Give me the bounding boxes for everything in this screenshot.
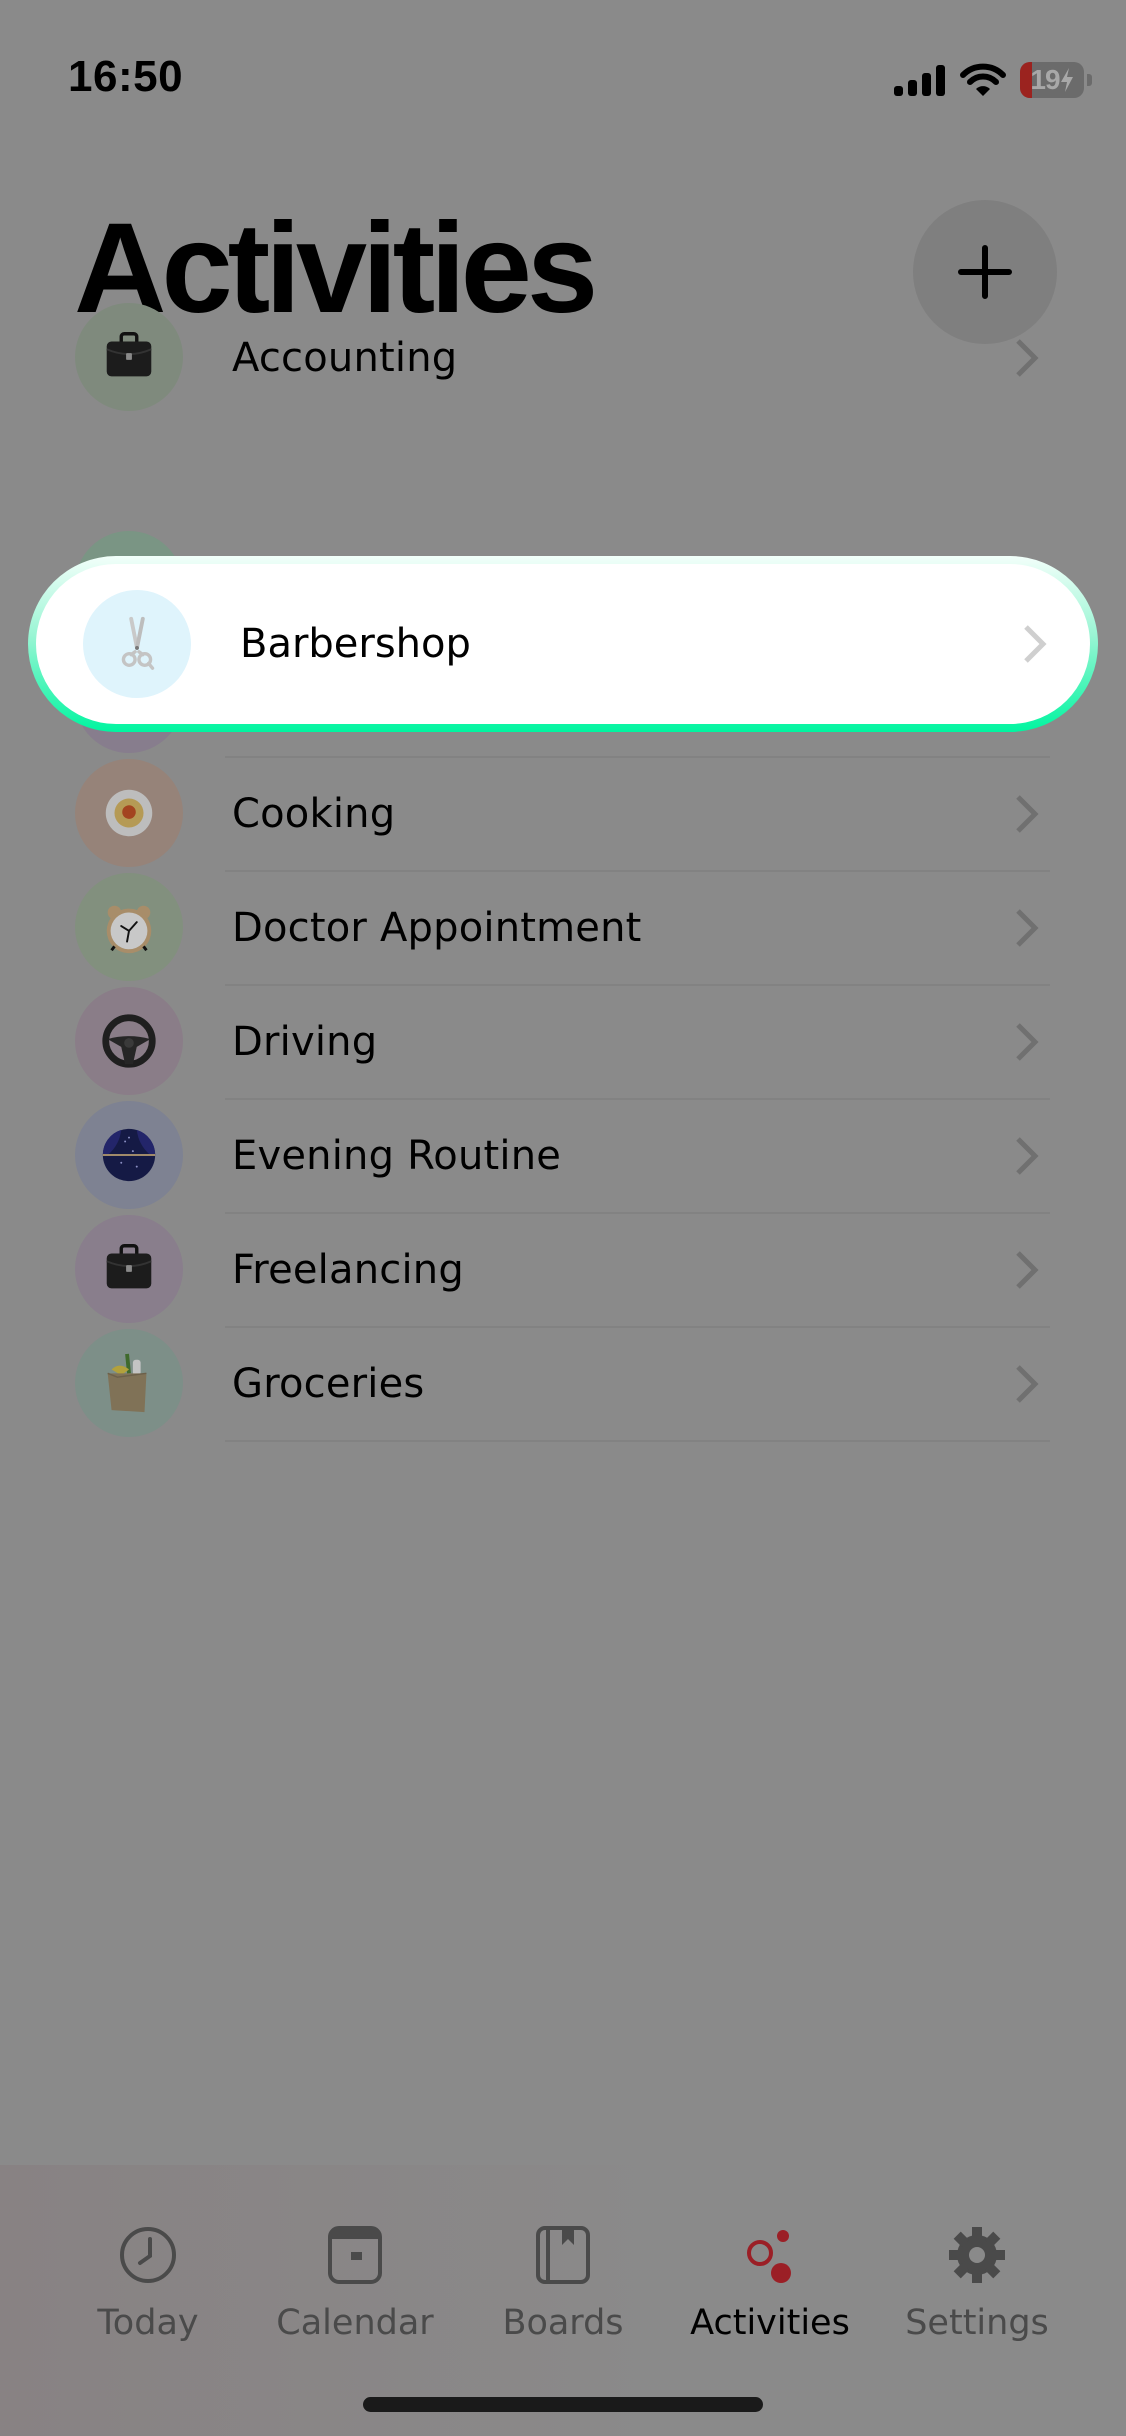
activity-row[interactable]: Accounting [0,300,1126,414]
battery-indicator: 19 [1020,62,1084,98]
spaghetti-icon [75,759,183,867]
battery-level: 19 [1030,64,1060,95]
chevron-right-icon [1016,1023,1039,1061]
clock-icon [120,2227,176,2283]
activity-row[interactable]: Driving [0,984,1126,1100]
activity-label: Doctor Appointment [232,905,642,951]
briefcase-icon [75,1215,183,1323]
tab-label: Activities [690,2303,850,2343]
highlighted-row-body: Barbershop [36,564,1090,724]
row-separator [225,1440,1050,1442]
activity-label: Accounting [232,335,458,381]
steering-wheel-icon [75,987,183,1095]
chevron-right-icon [1024,625,1047,663]
scissors-icon [83,590,191,698]
alarm-clock-icon [75,873,183,981]
tab-label: Calendar [276,2303,434,2343]
tab-boards[interactable]: Boards [460,2165,666,2365]
highlighted-activity-row[interactable]: Barbershop [28,556,1098,732]
chevron-right-icon [1016,1137,1039,1175]
tab-today[interactable]: Today [45,2165,251,2365]
plus-icon [958,245,1012,299]
wifi-icon [960,63,1006,96]
tab-label: Today [97,2303,199,2343]
activity-label: Cooking [232,791,396,837]
activity-row[interactable]: Freelancing [0,1212,1126,1328]
tab-calendar[interactable]: Calendar [252,2165,458,2365]
home-indicator[interactable] [363,2397,763,2412]
activity-label: Evening Routine [232,1133,562,1179]
chevron-right-icon [1016,795,1039,833]
chevron-right-icon [1016,909,1039,947]
tab-label: Boards [502,2303,624,2343]
chevron-right-icon [1016,1251,1039,1289]
cellular-signal-icon [894,65,945,96]
activity-row[interactable]: Groceries [0,1326,1126,1442]
grocery-bag-icon [75,1329,183,1437]
briefcase-icon [75,303,183,411]
tab-settings[interactable]: Settings [874,2165,1080,2365]
chevron-right-icon [1016,339,1039,377]
activity-row[interactable]: Cooking [0,756,1126,872]
night-window-icon [75,1101,183,1209]
tab-label: Settings [905,2303,1049,2343]
activity-row[interactable]: Evening Routine [0,1098,1126,1214]
book-bookmark-icon [536,2226,590,2284]
activities-dots-icon [747,2230,791,2283]
status-icons: 19 [894,62,1092,98]
activity-label: Driving [232,1019,378,1065]
gear-icon [949,2227,1005,2283]
activity-label: Freelancing [232,1247,464,1293]
activity-label: Barbershop [240,621,471,667]
status-time: 16:50 [68,52,184,101]
tab-activities[interactable]: Activities [667,2165,873,2365]
battery-cap [1087,74,1092,86]
chevron-right-icon [1016,1365,1039,1403]
tab-bar: Today Calendar Boards Activities Setting… [0,2165,1126,2436]
charging-bolt-icon [1060,68,1073,92]
status-bar: 16:50 19 [0,0,1126,150]
activity-row[interactable]: Doctor Appointment [0,870,1126,986]
calendar-icon [328,2226,382,2284]
activity-label: Groceries [232,1361,425,1407]
